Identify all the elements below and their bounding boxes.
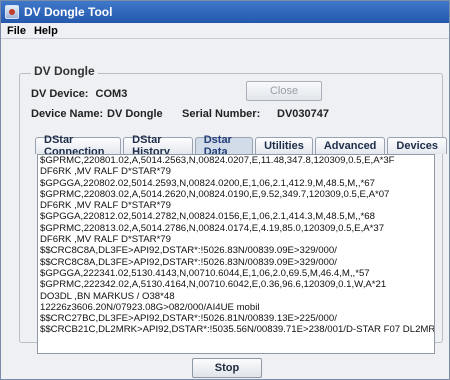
menu-help[interactable]: Help bbox=[30, 25, 62, 37]
menu-bar: File Help bbox=[1, 23, 449, 39]
data-line: $GPRMC,220813.02,A,5014.2786,N,00824.017… bbox=[40, 222, 385, 234]
data-line: $$CRC8C8A,DL3FE>API92,DSTAR*:!5026.83N/0… bbox=[40, 256, 337, 268]
data-line: DF6RK ,MV RALF D*STAR*79 bbox=[40, 166, 171, 178]
tab-bar: DStar Connection DStar History Dstar Dat… bbox=[35, 134, 449, 158]
window-title: DV Dongle Tool bbox=[24, 5, 113, 19]
device-row: DV Device: COM3 bbox=[31, 88, 127, 100]
device-name-label: Device Name: bbox=[31, 108, 104, 120]
menu-file[interactable]: File bbox=[3, 25, 30, 37]
data-line: DF6RK ,MV RALF D*STAR*79 bbox=[40, 234, 171, 246]
data-line: $$CRCB21C,DL2MRK>API92,DSTAR*:!5035.56N/… bbox=[40, 324, 435, 336]
data-line: $GPGGA,220812.02,5014.2782,N,00824.0156,… bbox=[40, 211, 375, 223]
data-line: $$CRC8C8A,DL3FE>API92,DSTAR*:!5026.83N/0… bbox=[40, 245, 337, 257]
dv-device-value: COM3 bbox=[95, 88, 128, 100]
serial-number-value: DV030747 bbox=[277, 108, 329, 120]
tab-dstar-data[interactable]: Dstar Data bbox=[194, 134, 254, 158]
data-line: $GPRMC,222342.02,A,5130.4164,N,00710.604… bbox=[40, 279, 387, 291]
data-line: DO3DL ,BN MARKUS / O38*48 bbox=[40, 290, 175, 302]
data-line: $GPRMC,220801.02,A,5014.2563,N,00824.020… bbox=[40, 155, 395, 166]
data-line: DF6RK ,MV RALF D*STAR*79 bbox=[40, 200, 171, 212]
stop-button[interactable]: Stop bbox=[192, 358, 262, 378]
app-icon bbox=[5, 5, 19, 19]
dstar-data-text-area[interactable]: $GPRMC,220801.02,A,5014.2563,N,00824.020… bbox=[37, 154, 435, 354]
device-name-value: DV Dongle bbox=[107, 108, 163, 120]
tab-dstar-history[interactable]: DStar History bbox=[123, 134, 193, 158]
data-line: $GPRMC,220803.02,A,5014.2620,N,00824.019… bbox=[40, 188, 390, 200]
data-line: 12226z3606.20N/07923.08G>082/000/AI4UE m… bbox=[40, 301, 260, 313]
tab-dstar-connection[interactable]: DStar Connection bbox=[35, 134, 122, 158]
data-line: $GPGGA,222341.02,5130.4143,N,00710.6044,… bbox=[40, 267, 370, 279]
close-button[interactable]: Close bbox=[246, 81, 322, 101]
dv-device-label: DV Device: bbox=[31, 88, 89, 100]
data-line: $GPGGA,220802.02,5014.2593,N,00824.0200,… bbox=[40, 177, 375, 189]
app-window: DV Dongle Tool File Help DV Dongle DV De… bbox=[0, 0, 450, 380]
tab-utilities[interactable]: Utilities bbox=[255, 137, 313, 154]
tab-advanced[interactable]: Advanced bbox=[314, 137, 386, 154]
data-line: $$CRC27BC,DL3FE>API92,DSTAR*:!5026.81N/0… bbox=[40, 313, 337, 325]
serial-number-label: Serial Number: bbox=[182, 108, 261, 120]
panel-title: DV Dongle bbox=[31, 64, 98, 78]
tab-devices[interactable]: Devices bbox=[387, 137, 447, 154]
title-bar[interactable]: DV Dongle Tool bbox=[1, 1, 449, 23]
